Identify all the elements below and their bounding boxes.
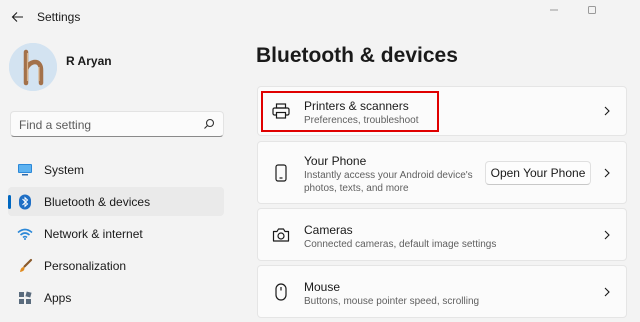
sidebar-item-personalization[interactable]: Personalization [8,251,224,280]
chevron-right-icon [602,230,612,240]
maximize-icon [588,6,596,14]
card-subtitle: Connected cameras, default image setting… [304,239,497,250]
mouse-icon [271,282,291,302]
sidebar-item-label: Apps [44,291,72,305]
search-icon[interactable] [203,118,215,130]
sidebar-item-label: Network & internet [44,227,143,241]
search-box[interactable] [10,111,224,137]
apps-icon [17,290,33,306]
card-cameras[interactable]: Cameras Connected cameras, default image… [257,208,627,261]
page-title: Bluetooth & devices [256,44,458,67]
back-arrow-icon [11,12,23,22]
bluetooth-icon [17,194,33,210]
search-input[interactable] [19,116,199,133]
wifi-icon [17,226,33,242]
sidebar-item-apps[interactable]: Apps [8,283,224,312]
brush-icon [17,258,33,274]
sidebar-item-system[interactable]: System [8,155,224,184]
minimize-icon [550,9,558,11]
open-your-phone-button[interactable]: Open Your Phone [485,161,591,185]
maximize-button[interactable] [584,3,600,17]
back-button[interactable] [7,7,27,27]
highlight-box [261,91,439,132]
sidebar-item-label: System [44,163,85,177]
card-mouse[interactable]: Mouse Buttons, mouse pointer speed, scro… [257,265,627,318]
card-title: Cameras [304,223,353,237]
chevron-right-icon [602,287,612,297]
card-subtitle: Instantly access your Android device's p… [304,170,473,194]
phone-icon [271,163,291,183]
minimize-button[interactable] [546,3,562,17]
card-title: Mouse [304,280,341,294]
camera-icon [271,225,291,245]
title-bar: Settings [0,0,640,34]
sidebar-item-label: Bluetooth & devices [44,195,151,209]
sidebar-item-network[interactable]: Network & internet [8,219,224,248]
chevron-right-icon [602,106,612,116]
card-title: Your Phone [304,154,367,168]
sidebar-nav: System Bluetooth & devices Network & int… [8,155,224,315]
sidebar-item-label: Personalization [44,259,127,273]
user-name: R Aryan [66,54,112,68]
monitor-icon [17,162,33,178]
card-subtitle: Buttons, mouse pointer speed, scrolling [304,296,480,307]
user-avatar-icon [9,43,57,91]
chevron-right-icon [602,168,612,178]
sidebar-item-bluetooth[interactable]: Bluetooth & devices [8,187,224,216]
active-indicator [8,195,11,209]
avatar[interactable] [9,43,57,91]
window-title: Settings [37,10,81,24]
